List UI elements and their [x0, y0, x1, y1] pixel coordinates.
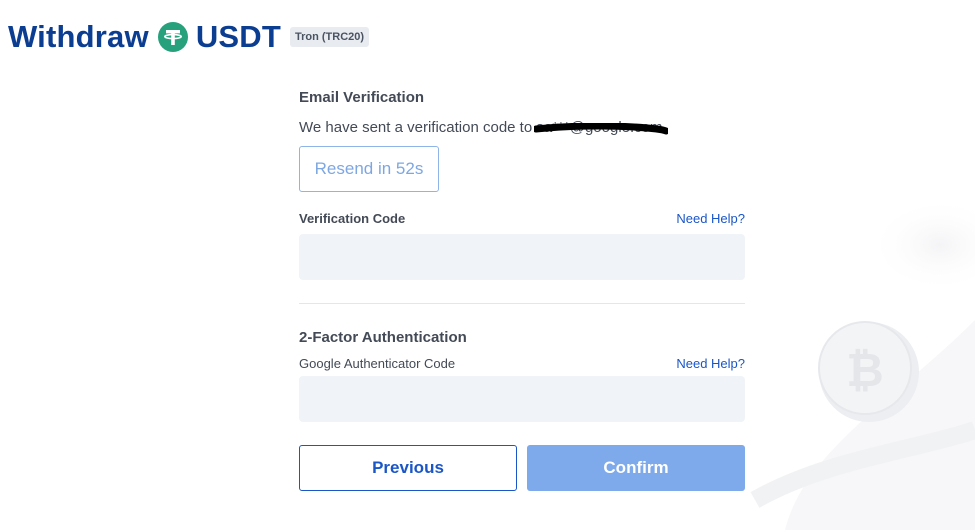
- verification-code-row: Verification Code Need Help?: [299, 209, 745, 227]
- two-factor-title: 2-Factor Authentication: [299, 329, 467, 346]
- sent-message: We have sent a verification code to: [299, 119, 533, 136]
- verification-sent-text: We have sent a verification code to sa**…: [299, 118, 745, 138]
- verification-need-help-link[interactable]: Need Help?: [676, 211, 745, 226]
- authenticator-code-label: Google Authenticator Code: [299, 355, 456, 371]
- page-title-withdraw: Withdraw: [8, 19, 149, 54]
- masked-email: sa***@google.com: [534, 118, 669, 138]
- redaction-scribble: [534, 123, 669, 135]
- email-verification-title: Email Verification: [299, 89, 425, 106]
- network-badge: Tron (TRC20): [290, 27, 370, 47]
- verification-form: Email Verification We have sent a verifi…: [299, 88, 745, 491]
- verification-code-label: Verification Code: [299, 210, 406, 226]
- bitcoin-watermark-icon: ₿: [750, 205, 975, 530]
- withdraw-page: ₿ Withdraw USDT Tron (TRC20) Email Verif…: [0, 0, 975, 530]
- authenticator-code-input[interactable]: [299, 376, 745, 422]
- confirm-button[interactable]: Confirm: [527, 445, 745, 491]
- verification-code-input[interactable]: [299, 234, 745, 280]
- resend-code-button[interactable]: Resend in 52s: [299, 146, 439, 192]
- section-divider: [299, 303, 745, 304]
- authenticator-need-help-link[interactable]: Need Help?: [676, 356, 745, 371]
- svg-text:₿: ₿: [846, 343, 884, 397]
- authenticator-code-row: Google Authenticator Code Need Help?: [299, 354, 745, 372]
- page-header: Withdraw USDT Tron (TRC20): [8, 17, 370, 57]
- previous-button[interactable]: Previous: [299, 445, 517, 491]
- page-title-coin: USDT: [195, 19, 281, 54]
- form-actions: Previous Confirm: [299, 445, 745, 491]
- tether-icon: [157, 22, 188, 52]
